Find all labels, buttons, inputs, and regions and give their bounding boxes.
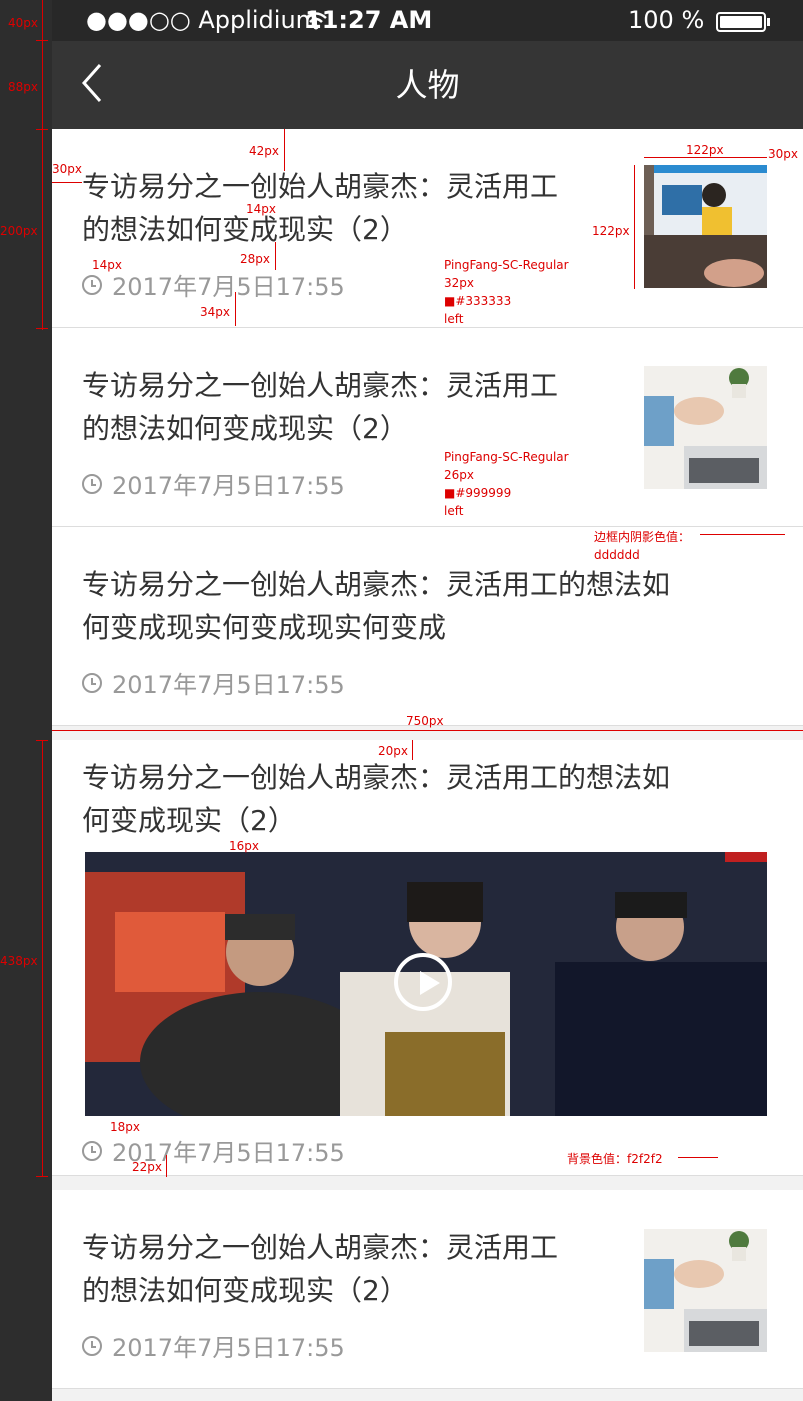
spacing-line [52, 182, 82, 183]
clock-icon [82, 274, 102, 295]
article-title: 专访易分之一创始人胡豪杰：灵活用工 的想法如何变成现实（2） [82, 1226, 558, 1312]
spacing-label: 750px [406, 714, 444, 728]
spec-line: PingFang-SC-Regular [444, 258, 569, 272]
article-title-line: 专访易分之一创始人胡豪杰：灵活用工的想法如 [82, 761, 671, 794]
article-title-line: 何变成现实何变成现实何变成 [82, 611, 447, 644]
wifi-icon [304, 11, 328, 35]
spec-line: 32px [444, 276, 474, 290]
font-spec-title: PingFang-SC-Regular 32px ■#333333 left [444, 256, 569, 328]
article-meta: 2017年7月5日17:55 [82, 665, 345, 700]
article-item[interactable]: 专访易分之一创始人胡豪杰：灵活用工 的想法如何变成现实（2） 2017年7月5日… [52, 1190, 803, 1389]
article-title: 专访易分之一创始人胡豪杰：灵活用工 的想法如何变成现实（2） [82, 165, 558, 251]
spec-line: left [444, 312, 464, 326]
spec-line: dddddd [594, 548, 640, 562]
article-title: 专访易分之一创始人胡豪杰：灵活用工 的想法如何变成现实（2） [82, 364, 558, 450]
article-title-line: 专访易分之一创始人胡豪杰：灵活用工 [82, 170, 559, 203]
spacing-line [284, 129, 285, 171]
article-date: 2017年7月5日17:55 [112, 273, 345, 301]
battery-percent: 100 % [628, 6, 705, 34]
article-thumbnail [644, 1229, 767, 1352]
ruler-tick [36, 740, 48, 741]
spacing-label: 18px [110, 1120, 140, 1134]
carrier-label: ●●●○○ Applidium [86, 6, 320, 34]
article-item[interactable]: 专访易分之一创始人胡豪杰：灵活用工 的想法如何变成现实（2） 2017年7月5日… [52, 328, 803, 527]
article-title-line: 何变成现实（2） [82, 804, 296, 837]
spacing-label: 28px [240, 252, 270, 266]
clock-icon [82, 1335, 102, 1356]
ruler-label: 40px [8, 16, 38, 30]
spacing-line [166, 1155, 167, 1177]
spacing-label: 20px [378, 744, 408, 758]
article-title-line: 的想法如何变成现实（2） [82, 412, 408, 445]
article-title-line: 专访易分之一创始人胡豪杰：灵活用工 [82, 1231, 559, 1264]
spec-line: left [444, 504, 464, 518]
spacing-label: 30px [52, 162, 82, 176]
spacing-line [634, 165, 635, 289]
spacing-label: 14px [92, 258, 122, 272]
article-title: 专访易分之一创始人胡豪杰：灵活用工的想法如 何变成现实何变成现实何变成 [82, 563, 670, 649]
shadow-color-note: 边框内阴影色值： dddddd [594, 528, 690, 564]
nav-bar: 人物 [52, 41, 803, 129]
spec-ruler: 40px 88px 200px 438px [0, 0, 52, 1401]
article-title-line: 专访易分之一创始人胡豪杰：灵活用工 [82, 369, 559, 402]
article-item-video[interactable]: 专访易分之一创始人胡豪杰：灵活用工的想法如 何变成现实（2） 2017年7月5日… [52, 740, 803, 1176]
clock-icon [82, 473, 102, 494]
spec-line: 26px [444, 468, 474, 482]
spacing-label: 14px [246, 202, 276, 216]
spacing-label: 122px [592, 224, 630, 238]
article-item[interactable]: 专访易分之一创始人胡豪杰：灵活用工的想法如 何变成现实何变成现实何变成 2017… [52, 527, 803, 726]
page-title: 人物 [395, 66, 460, 104]
article-title: 专访易分之一创始人胡豪杰：灵活用工的想法如 何变成现实（2） [82, 756, 670, 842]
play-icon[interactable] [394, 953, 452, 1011]
article-title-line: 专访易分之一创始人胡豪杰：灵活用工的想法如 [82, 568, 671, 601]
spec-line: 边框内阴影色值： [594, 530, 691, 544]
spacing-line [275, 242, 276, 270]
ruler-label: 200px [0, 224, 38, 238]
ruler-tick [36, 40, 48, 41]
article-date: 2017年7月5日17:55 [112, 671, 345, 699]
spacing-label: 42px [249, 144, 279, 158]
background-color-note: 背景色值：f2f2f2 [567, 1152, 663, 1166]
article-date: 2017年7月5日17:55 [112, 1334, 345, 1362]
ruler-tick [36, 328, 48, 329]
spacing-line [644, 157, 767, 158]
article-meta: 2017年7月5日17:55 [82, 466, 345, 501]
article-meta: 2017年7月5日17:55 [82, 1133, 345, 1168]
font-spec-meta: PingFang-SC-Regular 26px ■#999999 left [444, 448, 569, 520]
spec-line: PingFang-SC-Regular [444, 450, 569, 464]
ruler-tick [36, 129, 48, 130]
callout-line [678, 1157, 718, 1158]
spec-line: ■#333333 [444, 294, 512, 308]
callout-line [700, 534, 785, 535]
battery-icon [716, 11, 772, 37]
clock-icon [82, 1140, 102, 1161]
spacing-line [52, 730, 803, 731]
article-thumbnail [644, 366, 767, 489]
phone-screen: ●●●○○ Applidium 11:27 AM 100 % 人物 专访易分之一… [52, 0, 803, 1401]
ruler-tick [36, 1176, 48, 1177]
ruler-label: 438px [0, 954, 38, 968]
spec-line: ■#999999 [444, 486, 512, 500]
ruler-line [42, 0, 43, 330]
spacing-label: 34px [200, 305, 230, 319]
spacing-label: 22px [132, 1160, 162, 1174]
article-title-line: 的想法如何变成现实（2） [82, 213, 408, 246]
spacing-label: 30px [768, 147, 798, 161]
ruler-line [42, 740, 43, 1176]
article-meta: 2017年7月5日17:55 [82, 1328, 345, 1363]
clock-icon [82, 672, 102, 693]
article-thumbnail [644, 165, 767, 288]
article-title-line: 的想法如何变成现实（2） [82, 1274, 408, 1307]
spacing-line [235, 292, 236, 326]
article-date: 2017年7月5日17:55 [112, 472, 345, 500]
spacing-label: 16px [229, 839, 259, 853]
status-bar: ●●●○○ Applidium 11:27 AM 100 % [52, 0, 803, 41]
video-player[interactable] [85, 852, 767, 1116]
ruler-label: 88px [8, 80, 38, 94]
spacing-line [412, 740, 413, 760]
